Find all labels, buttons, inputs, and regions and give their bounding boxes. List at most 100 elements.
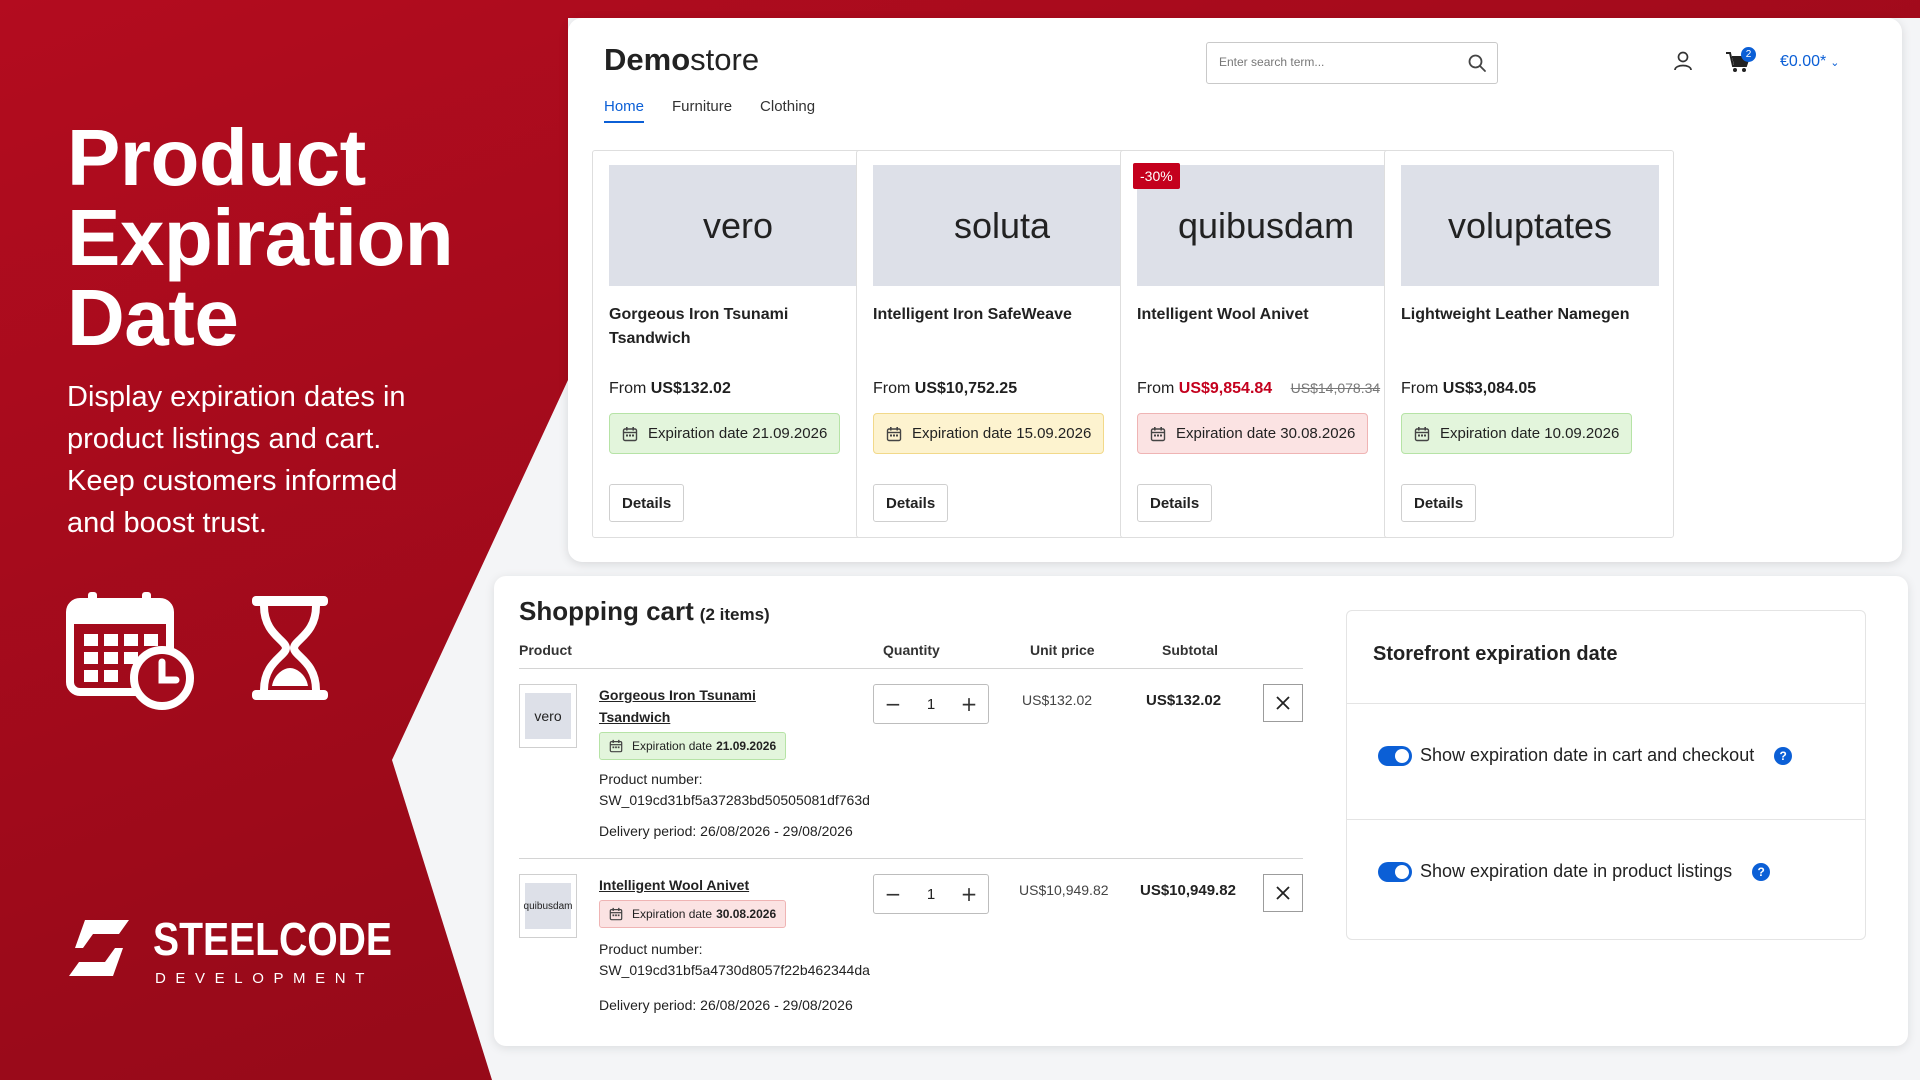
nav-item-furniture[interactable]: Furniture [672,98,732,123]
product-card[interactable]: soluta Intelligent Iron SafeWeave From U… [856,150,1146,538]
divider [1347,819,1865,820]
product-name[interactable]: Intelligent Wool Anivet [1137,303,1387,327]
nav-item-clothing[interactable]: Clothing [760,98,815,123]
steelcode-logo-icon [69,920,129,976]
cart-item-name-line: Tsandwich [599,709,671,725]
expiration-label: Expiration date [632,739,713,753]
remove-item-button[interactable] [1263,874,1303,912]
store-logo[interactable]: Demostore [604,42,759,78]
price-value: US$3,084.05 [1442,380,1537,397]
thumbnail-label: vero [525,693,571,739]
cart-item-thumbnail[interactable]: quibusdam [519,874,577,938]
product-price: From US$132.02 [609,380,731,398]
line-subtotal: US$10,949.82 [1140,882,1236,899]
increase-quantity-button[interactable]: + [950,685,988,723]
hero-title-line: Expiration [67,193,454,282]
price-prefix: From [1137,380,1175,397]
divider [519,858,1303,859]
delivery-period: Delivery period: 26/08/2026 - 29/08/2026 [599,823,853,839]
sale-price-value: US$9,854.84 [1178,380,1273,397]
expiration-label: Expiration date [632,907,713,921]
product-number-label: Product number: [599,771,703,787]
cart-item-count: (2 items) [699,605,770,624]
calendar-icon [609,739,623,753]
settings-title: Storefront expiration date [1373,643,1618,665]
product-price: From US$9,854.84 US$14,078.34 [1137,380,1380,398]
search-input[interactable] [1219,55,1459,69]
toggle-knob [1395,748,1409,763]
quantity-stepper: − + [873,684,989,724]
search-icon[interactable] [1467,53,1487,73]
store-logo-bold: Demo [604,42,691,77]
storefront-window: Demostore Home Furniture Clothing 2 €0.0… [568,18,1902,562]
calendar-icon [1150,426,1166,441]
product-card[interactable]: voluptates Lightweight Leather Namegen F… [1384,150,1674,538]
product-name[interactable]: Gorgeous Iron Tsunami Tsandwich [609,303,859,351]
close-icon [1276,696,1290,710]
expiration-settings-card: Storefront expiration date Show expirati… [1346,610,1866,940]
product-card[interactable]: quibusdam -30% Intelligent Wool Anivet F… [1120,150,1410,538]
account-icon[interactable] [1672,50,1694,72]
price-value: US$132.02 [650,380,731,397]
expiration-text: Expiration date 10.09.2026 [1440,425,1620,442]
brand-name: STEELCODE [153,913,392,965]
remove-item-button[interactable] [1263,684,1303,722]
hero-description-line: product listings and cart. [67,423,382,455]
product-number-value: SW_019cd31bf5a4730d8057f22b462344da [599,962,870,978]
thumbnail-label: quibusdam [524,883,572,929]
cart-total-button[interactable]: €0.00* ⌄ [1780,53,1839,71]
help-icon[interactable]: ? [1774,746,1793,765]
setting-label: Show expiration date in cart and checkou… [1420,745,1755,765]
discount-badge: -30% [1133,163,1180,189]
product-card[interactable]: vero Gorgeous Iron Tsunami Tsandwich Fro… [592,150,882,538]
expiration-badge: Expiration date 21.09.2026 [609,413,841,454]
hero-title-line: Date [67,273,239,362]
decrease-quantity-button[interactable]: − [874,875,912,913]
toggle-switch[interactable] [1378,745,1412,766]
nav-item-home[interactable]: Home [604,98,645,123]
details-button[interactable]: Details [1137,484,1213,522]
hero-title: Product Expiration Date [67,118,487,358]
hero-description-line: and boost trust. [67,507,267,539]
details-button[interactable]: Details [1401,484,1477,522]
cart-item-name-link[interactable]: Gorgeous Iron Tsunami Tsandwich [599,684,799,728]
product-name[interactable]: Lightweight Leather Namegen [1401,303,1651,327]
expiration-date: 21.09.2026 [716,739,777,753]
column-header-product: Product [519,642,572,658]
cart-count-badge: 2 [1741,47,1756,62]
product-image[interactable]: voluptates [1401,165,1659,286]
cart-expiration-badge: Expiration date 30.08.2026 [599,900,787,928]
product-price: From US$3,084.05 [1401,380,1536,398]
cart-item-thumbnail[interactable]: vero [519,684,577,748]
toggle-switch[interactable] [1378,861,1412,882]
main-navigation: Home Furniture Clothing [604,98,815,123]
details-button[interactable]: Details [609,484,685,522]
quantity-input[interactable] [912,693,950,715]
expiration-badge: Expiration date 30.08.2026 [1137,413,1369,454]
calendar-clock-icon [66,592,194,710]
line-subtotal: US$132.02 [1146,692,1222,709]
expiration-badge: Expiration date 10.09.2026 [1401,413,1633,454]
product-image[interactable]: soluta [873,165,1131,286]
details-button[interactable]: Details [873,484,949,522]
column-header-unit-price: Unit price [1030,642,1095,658]
product-image[interactable]: vero [609,165,867,286]
divider [1347,703,1865,704]
column-header-quantity: Quantity [883,642,940,658]
cart-item-name-link[interactable]: Intelligent Wool Anivet [599,874,799,896]
help-icon[interactable]: ? [1752,862,1771,881]
calendar-icon [622,426,638,441]
quantity-input[interactable] [912,883,950,905]
divider [519,668,1303,669]
column-header-subtotal: Subtotal [1162,642,1218,658]
expiration-date: 30.08.2026 [716,907,777,921]
cart-item-name-line: Gorgeous Iron Tsunami [599,687,756,703]
expiration-text: Expiration date 30.08.2026 [1176,425,1356,442]
quantity-stepper: − + [873,874,989,914]
price-prefix: From [1401,380,1439,397]
product-name[interactable]: Intelligent Iron SafeWeave [873,303,1123,327]
increase-quantity-button[interactable]: + [950,875,988,913]
setting-option-cart-checkout: Show expiration date in cart and checkou… [1378,745,1793,766]
unit-price: US$132.02 [1022,692,1093,708]
decrease-quantity-button[interactable]: − [874,685,912,723]
